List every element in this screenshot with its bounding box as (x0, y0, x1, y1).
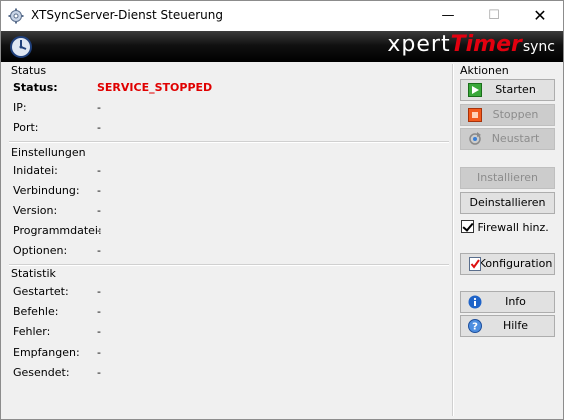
configuration-button[interactable]: Konfiguration (460, 253, 555, 275)
stop-label: Stoppen (492, 108, 539, 121)
firewall-checkbox-row[interactable]: Firewall hinz. (461, 220, 549, 234)
status-value: SERVICE_STOPPED (97, 81, 213, 94)
start-button[interactable]: Starten (460, 79, 555, 101)
logo-part-timer: Timer (450, 32, 522, 57)
start-label: Starten (495, 83, 536, 96)
version-label: Version: (13, 204, 58, 217)
firewall-checkbox[interactable] (461, 220, 474, 233)
restart-button[interactable]: Neustart (460, 128, 555, 150)
uninstall-label: Deinstallieren (469, 196, 546, 209)
actions-heading: Aktionen (460, 64, 509, 77)
stop-icon (468, 108, 482, 122)
program-file-value: - (97, 224, 101, 237)
close-button[interactable]: ✕ (517, 1, 563, 31)
commands-value: - (97, 305, 101, 318)
statistics-heading: Statistik (11, 267, 56, 280)
connection-value: - (97, 184, 101, 197)
settings-heading: Einstellungen (11, 146, 86, 159)
info-label: Info (505, 295, 526, 308)
stop-button[interactable]: Stoppen (460, 104, 555, 126)
inifile-label: Inidatei: (13, 164, 58, 177)
errors-label: Fehler: (13, 325, 51, 338)
firewall-label: Firewall hinz. (477, 221, 549, 234)
inifile-value: - (97, 164, 101, 177)
info-button[interactable]: Info (460, 291, 555, 313)
install-button[interactable]: Installieren (460, 167, 555, 189)
started-value: - (97, 285, 101, 298)
gear-icon[interactable] (8, 8, 24, 24)
port-value: - (97, 121, 101, 134)
status-label: Status: (13, 81, 58, 94)
title-bar: XTSyncServer-Dienst Steuerung — ☐ ✕ (1, 1, 563, 31)
ip-value: - (97, 101, 101, 114)
main-window: XTSyncServer-Dienst Steuerung — ☐ ✕ xper… (0, 0, 564, 420)
received-value: - (97, 346, 101, 359)
window-title: XTSyncServer-Dienst Steuerung (31, 8, 223, 22)
banner: xpertTimersync (1, 31, 563, 62)
logo-part-sync: sync (522, 39, 555, 55)
started-label: Gestartet: (13, 285, 69, 298)
separator (9, 264, 449, 266)
maximize-button[interactable]: ☐ (471, 1, 517, 31)
svg-text:?: ? (472, 322, 478, 333)
separator (9, 141, 449, 143)
uninstall-button[interactable]: Deinstallieren (460, 192, 555, 214)
sent-label: Gesendet: (13, 366, 70, 379)
restart-label: Neustart (491, 132, 540, 145)
ip-label: IP: (13, 101, 27, 114)
sent-value: - (97, 366, 101, 379)
checklist-icon (469, 257, 481, 271)
program-file-label: Programmdatei: (13, 224, 102, 237)
version-value: - (97, 204, 101, 217)
logo-part-xpert: xpert (387, 32, 451, 57)
port-label: Port: (13, 121, 39, 134)
close-icon: ✕ (533, 6, 547, 25)
restart-icon (469, 132, 481, 145)
options-value: - (97, 244, 101, 257)
info-panel: Status Status: SERVICE_STOPPED IP: - Por… (5, 64, 451, 416)
clock-icon (10, 36, 32, 58)
status-heading: Status (11, 64, 47, 77)
play-icon (468, 83, 482, 97)
minimize-icon: — (441, 8, 455, 23)
xperttimer-logo: xpertTimersync (387, 32, 555, 57)
connection-label: Verbindung: (13, 184, 80, 197)
maximize-icon: ☐ (488, 8, 500, 23)
panel-divider (452, 64, 454, 416)
info-icon (468, 295, 482, 309)
options-label: Optionen: (13, 244, 68, 257)
minimize-button[interactable]: — (425, 1, 471, 31)
commands-label: Befehle: (13, 305, 59, 318)
install-label: Installieren (477, 171, 538, 184)
help-label: Hilfe (502, 319, 529, 332)
help-icon: ? (468, 319, 482, 333)
errors-value: - (97, 325, 101, 338)
received-label: Empfangen: (13, 346, 80, 359)
help-button[interactable]: ? Hilfe (460, 315, 555, 337)
